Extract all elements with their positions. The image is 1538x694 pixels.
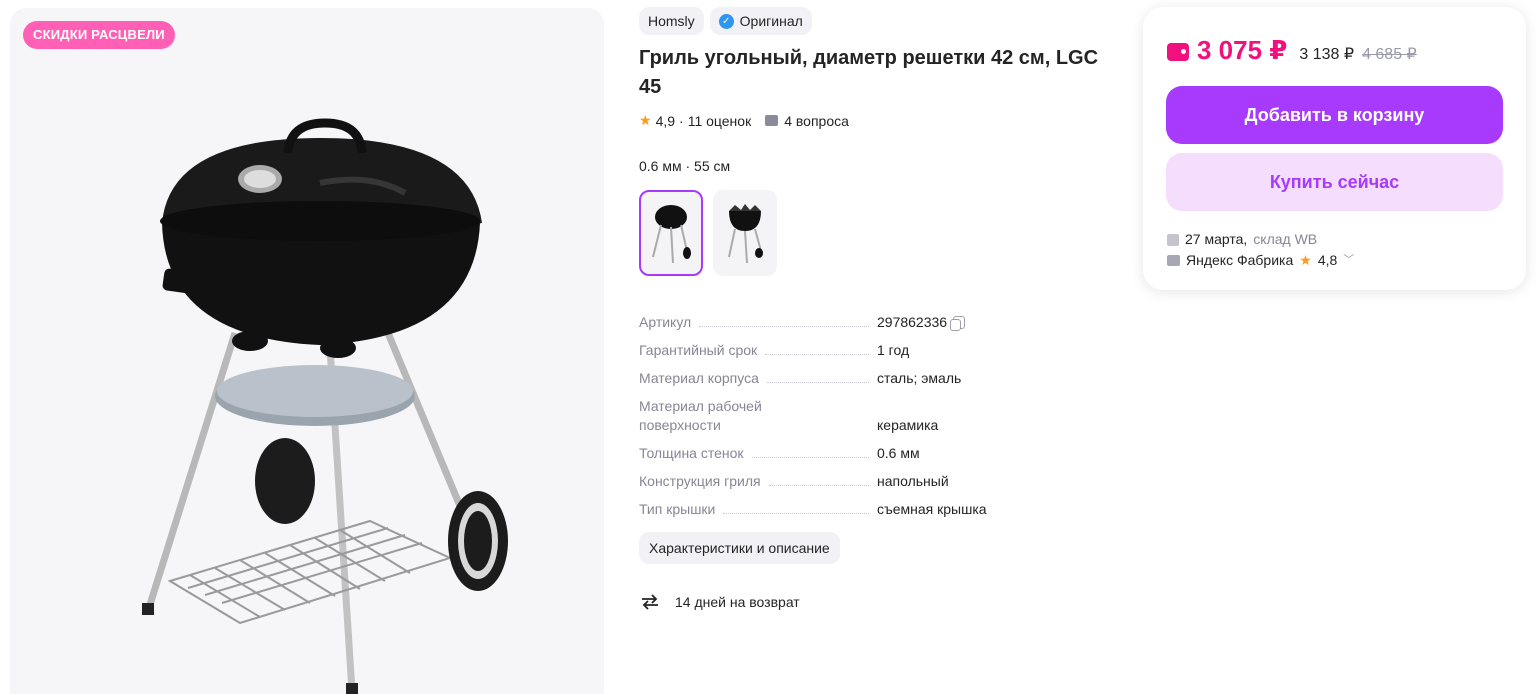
separator: · [679, 112, 684, 129]
spec-row: Материал корпуса сталь; эмаль [639, 362, 1059, 390]
variant-label: 0.6 мм · 55 см [639, 158, 731, 174]
return-text: 14 дней на возврат [675, 594, 800, 610]
spec-row: Гарантийный срок 1 год [639, 334, 1059, 362]
original-chip[interactable]: ✓ Оригинал [709, 7, 812, 35]
product-photo[interactable] [120, 113, 530, 694]
spec-row: Материал рабочей поверхности керамика [639, 390, 1059, 437]
spec-value: 1 год [877, 342, 910, 358]
star-icon: ★ [1299, 252, 1312, 268]
variant-selector [639, 190, 777, 276]
delivery-info: 27 марта, склад WB Яндекс Фабрика ★ 4,8 … [1167, 229, 1354, 271]
spec-row: Артикул 297862336 [639, 306, 1059, 334]
return-policy[interactable]: 14 дней на возврат [639, 592, 800, 612]
variant-thumbnail [728, 204, 763, 264]
spec-value: керамика [877, 417, 939, 433]
original-label: Оригинал [739, 13, 803, 29]
spec-row: Конструкция гриля напольный [639, 465, 1059, 493]
spec-value: 0.6 мм [877, 445, 920, 461]
spec-value: напольный [877, 473, 949, 489]
star-icon: ★ [639, 112, 652, 128]
specs-description-button[interactable]: Характеристики и описание [639, 532, 840, 564]
spec-name: Материал корпуса [639, 370, 759, 386]
spec-name: Гарантийный срок [639, 342, 758, 358]
spec-name: Материал рабочей [639, 398, 762, 414]
spec-name: Артикул [639, 314, 692, 330]
product-gallery[interactable]: СКИДКИ РАСЦВЕЛИ [10, 8, 604, 694]
spec-name: Толщина стенок [639, 445, 744, 461]
delivery-date: 27 марта, [1185, 231, 1248, 247]
rating-row[interactable]: ★ 4,9 · 11 оценок 4 вопроса [639, 112, 849, 129]
buy-now-button[interactable]: Купить сейчас [1166, 153, 1503, 211]
check-badge-icon: ✓ [718, 13, 734, 29]
wallet-icon [1167, 43, 1189, 61]
spec-value: сталь; эмаль [877, 370, 962, 386]
seller-rating: 4,8 [1317, 252, 1338, 268]
seller-row[interactable]: Яндекс Фабрика ★ 4,8 ﹀ [1167, 250, 1354, 271]
box-icon [1167, 233, 1179, 246]
price-alt: 3 138 ₽ [1299, 46, 1355, 63]
store-icon [1167, 255, 1180, 266]
warehouse: склад WB [1253, 231, 1318, 247]
add-to-cart-button[interactable]: Добавить в корзину [1166, 86, 1503, 144]
variant-option[interactable] [713, 190, 777, 276]
spec-value: 297862336 [877, 314, 948, 330]
spec-name: Тип крышки [639, 501, 716, 517]
spec-row: Толщина стенок 0.6 мм [639, 437, 1059, 465]
question-icon [765, 115, 779, 126]
spec-name: Конструкция гриля [639, 473, 761, 489]
variant-option[interactable] [639, 190, 703, 276]
price-current: 3 075 ₽ [1197, 35, 1288, 65]
rating-value: 4,9 [655, 112, 676, 129]
brand-chip[interactable]: Homsly [639, 7, 704, 35]
promo-badge: СКИДКИ РАСЦВЕЛИ [23, 21, 175, 49]
questions-count[interactable]: 4 вопроса [784, 113, 849, 129]
spec-name: поверхности [639, 417, 721, 433]
chevron-down-icon[interactable]: ﹀ [1343, 250, 1354, 271]
seller-name[interactable]: Яндекс Фабрика [1186, 250, 1293, 271]
brand-name: Homsly [648, 13, 695, 29]
variant-thumbnail [652, 205, 691, 264]
price-card: 3 075 ₽ 3 138 ₽ 4 685 ₽ Добавить в корзи… [1143, 7, 1526, 290]
return-arrows-icon [642, 594, 658, 610]
delivery-row: 27 марта, склад WB [1167, 229, 1354, 250]
spec-value: съемная крышка [877, 501, 987, 517]
price-old: 4 685 ₽ [1362, 46, 1417, 63]
spec-row: Тип крышки съемная крышка [639, 493, 1059, 521]
brand-row: Homsly ✓ Оригинал [639, 7, 812, 35]
product-title: Гриль угольный, диаметр решетки 42 см, L… [639, 47, 1099, 98]
specs-table: Артикул 297862336 Гарантийный срок 1 год… [639, 306, 1059, 521]
reviews-count[interactable]: 11 оценок [688, 113, 752, 129]
copy-icon[interactable] [950, 316, 966, 331]
price-row: 3 075 ₽ 3 138 ₽ 4 685 ₽ [1167, 35, 1417, 66]
